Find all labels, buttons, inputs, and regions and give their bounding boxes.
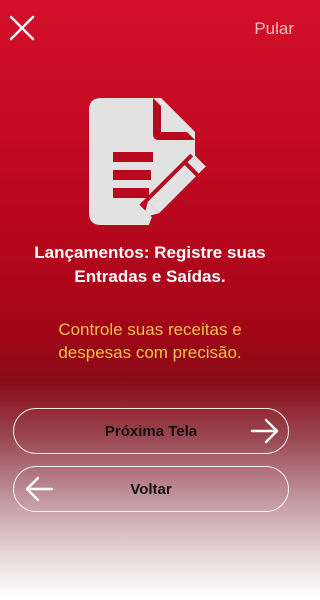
next-screen-button[interactable]: Próxima Tela [13,408,289,454]
next-button-label: Próxima Tela [104,422,198,440]
arrow-right-icon [250,418,279,444]
page-title: Lançamentos: Registre suas Entradas e Sa… [0,241,300,289]
close-icon [9,15,35,41]
back-button[interactable]: Voltar [13,466,289,512]
back-button-label: Voltar [130,480,172,498]
subtitle-line-1: Controle suas receitas e [58,320,242,339]
subtitle-line-2: despesas com precisão. [58,343,242,362]
title-line-2: Entradas e Saídas. [74,267,226,286]
skip-button[interactable]: Pular [254,19,294,39]
title-line-1: Lançamentos: Registre suas [34,243,266,262]
page-subtitle: Controle suas receitas e despesas com pr… [0,318,300,364]
document-edit-icon [85,94,220,229]
arrow-left-icon [25,476,54,502]
close-button[interactable] [8,14,36,42]
